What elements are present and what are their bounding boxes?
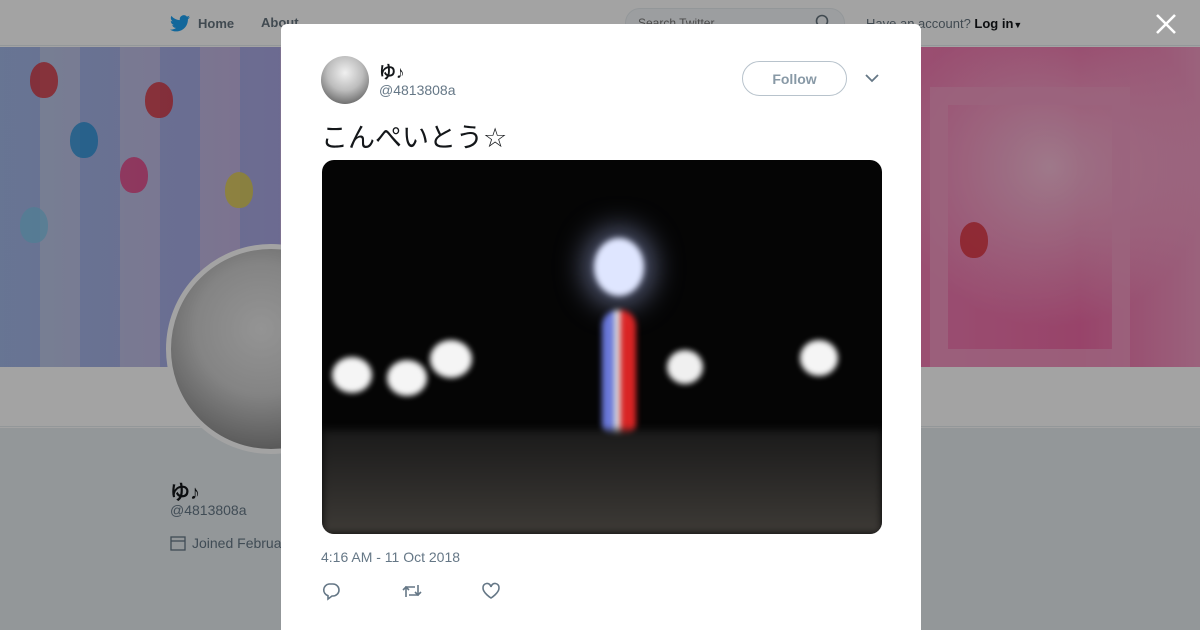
reply-button[interactable] <box>321 581 401 601</box>
tweet-text: こんぺいとう☆ <box>321 123 508 154</box>
tweet-author-name[interactable]: ゆ♪ <box>379 58 405 83</box>
tweet-modal: ゆ♪ @4813808a Follow こんぺいとう☆ 4:16 AM - 11… <box>281 24 921 630</box>
tweet-actions <box>321 581 561 601</box>
photo-light <box>430 340 472 378</box>
reply-icon <box>322 583 340 601</box>
photo-ground <box>322 430 882 534</box>
tweet-photo[interactable] <box>322 160 882 534</box>
photo-light <box>800 340 838 376</box>
tweet-timestamp[interactable]: 4:16 AM - 11 Oct 2018 <box>321 549 460 565</box>
retweet-icon <box>402 585 422 597</box>
close-icon[interactable] <box>1153 11 1179 37</box>
retweet-button[interactable] <box>401 581 481 601</box>
photo-light <box>332 357 372 393</box>
tweet-author-avatar[interactable] <box>321 56 369 104</box>
like-icon <box>482 582 500 599</box>
photo-light <box>594 238 644 296</box>
chevron-down-icon[interactable] <box>863 71 881 85</box>
follow-button[interactable]: Follow <box>742 61 847 96</box>
photo-light <box>387 360 427 396</box>
like-button[interactable] <box>481 581 561 601</box>
photo-light <box>602 310 636 440</box>
tweet-author-handle[interactable]: @4813808a <box>379 82 456 98</box>
photo-light <box>667 350 703 384</box>
